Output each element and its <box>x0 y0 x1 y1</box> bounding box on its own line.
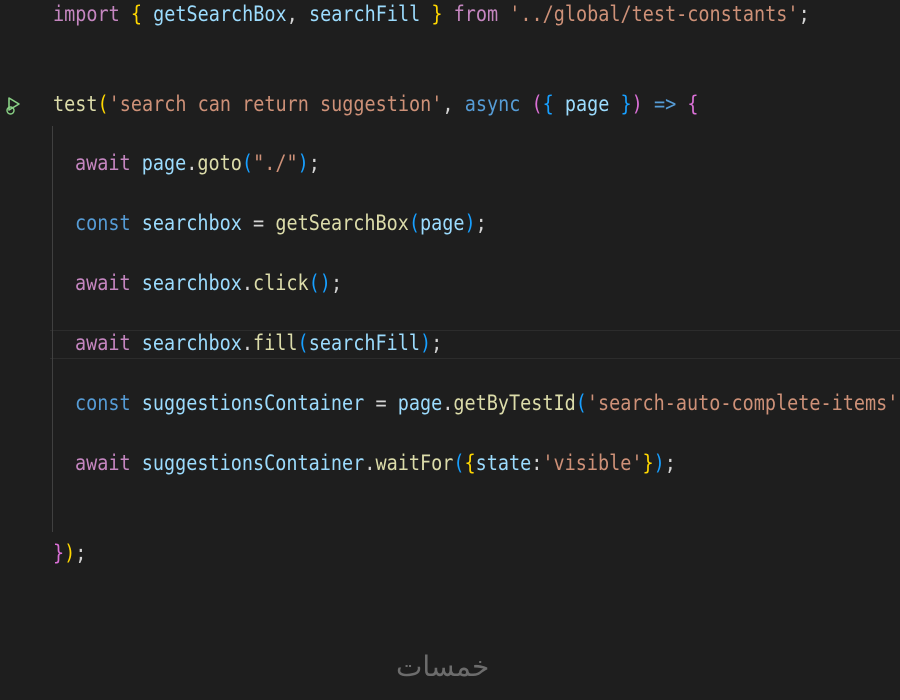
code-line-7[interactable]: const suggestionsContainer = page.getByT… <box>0 383 900 423</box>
code-token: getSearchBox <box>153 2 287 26</box>
code-token: ; <box>330 271 343 295</box>
code-token: waitFor <box>375 451 454 475</box>
code-token: state <box>475 451 532 475</box>
code-token: searchbox <box>141 211 242 235</box>
code-token: { <box>464 451 476 475</box>
code-token: ( <box>531 92 543 116</box>
code-token: 'visible' <box>542 451 643 475</box>
code-token: await <box>75 331 131 355</box>
code-token: "./" <box>253 151 298 175</box>
code-token: suggestionsContainer <box>141 451 365 475</box>
code-token: } <box>642 451 654 475</box>
code-token: ; <box>664 451 676 475</box>
code-token: , <box>442 92 454 116</box>
watermark-logo: خمسات <box>396 650 490 683</box>
code-token: { <box>542 92 554 116</box>
code-token: . <box>186 151 198 175</box>
code-token: { <box>687 92 699 116</box>
code-token: click <box>253 271 309 295</box>
code-token: page <box>564 92 610 116</box>
code-line-8[interactable]: await suggestionsContainer.waitFor({stat… <box>0 443 900 483</box>
code-token: goto <box>197 151 242 175</box>
code-token: ( <box>453 451 465 475</box>
code-line-2[interactable]: test('search can return suggestion', asy… <box>0 84 900 124</box>
code-token: '../global/test-constants' <box>509 2 799 26</box>
code-token: . <box>241 271 254 295</box>
code-token: ; <box>308 151 320 175</box>
code-token: => <box>653 92 677 116</box>
code-token: test <box>53 92 98 116</box>
code-token: , <box>286 2 298 26</box>
code-token: ) <box>464 211 476 235</box>
code-token: ( <box>241 151 254 175</box>
code-token: getByTestId <box>453 391 576 415</box>
code-token: getSearchBox <box>275 211 409 235</box>
code-token: ; <box>431 331 443 355</box>
code-token: async <box>464 92 521 116</box>
code-token: ) <box>653 451 665 475</box>
code-token: ( <box>575 391 587 415</box>
code-token: ; <box>798 2 810 26</box>
code-token: from <box>453 2 499 26</box>
code-token: searchbox <box>141 271 242 295</box>
code-token: . <box>442 391 454 415</box>
code-token: () <box>308 271 331 295</box>
code-token: await <box>75 451 131 475</box>
code-token: const <box>75 391 131 415</box>
code-token: } <box>431 2 443 26</box>
code-line-6[interactable]: await searchbox.fill(searchFill); <box>0 323 900 363</box>
code-token: . <box>241 331 254 355</box>
code-token: { <box>130 2 143 26</box>
code-token: suggestionsContainer <box>141 391 365 415</box>
code-token: } <box>620 92 632 116</box>
code-token: ) <box>297 151 309 175</box>
code-token: ( <box>97 92 109 116</box>
code-token: ; <box>75 541 87 565</box>
code-line-1[interactable]: import { getSearchBox, searchFill } from… <box>0 0 900 34</box>
code-token: ; <box>475 211 487 235</box>
code-token: await <box>75 151 131 175</box>
code-token: ) <box>419 331 432 355</box>
code-token: const <box>75 211 131 235</box>
code-token: fill <box>253 331 298 355</box>
code-token: } <box>53 541 65 565</box>
code-token: . <box>364 451 376 475</box>
code-token: 'search-auto-complete-items' <box>586 391 899 415</box>
code-token: searchFill <box>308 2 421 26</box>
code-line-4[interactable]: const searchbox = getSearchBox(page); <box>0 203 900 243</box>
code-token: ( <box>408 211 420 235</box>
code-token: page <box>397 391 443 415</box>
code-token: page <box>419 211 465 235</box>
code-token: await <box>75 271 131 295</box>
code-token: = <box>375 391 387 415</box>
code-token: : <box>531 451 543 475</box>
code-token: = <box>253 211 265 235</box>
code-token: 'search can return suggestion' <box>108 92 443 116</box>
code-token: ( <box>297 331 309 355</box>
code-token: ) <box>631 92 643 116</box>
code-token: import <box>53 2 120 26</box>
code-editor[interactable]: import { getSearchBox, searchFill } from… <box>0 0 900 700</box>
code-line-3[interactable]: await page.goto("./"); <box>0 143 900 183</box>
code-token: searchbox <box>141 331 242 355</box>
code-line-5[interactable]: await searchbox.click(); <box>0 263 900 303</box>
code-token: searchFill <box>308 331 420 355</box>
code-line-9[interactable]: }); <box>0 533 900 573</box>
code-token: page <box>141 151 187 175</box>
code-token: ) <box>64 541 76 565</box>
